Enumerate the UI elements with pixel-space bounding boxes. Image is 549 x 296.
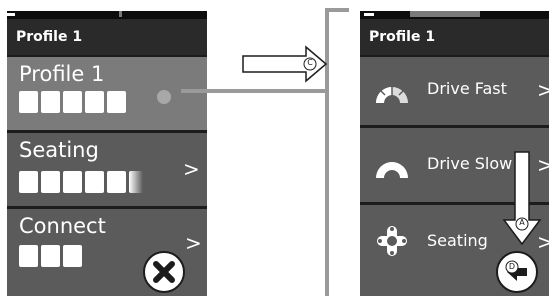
level-block <box>107 171 126 193</box>
menu-item-label: Drive Fast <box>427 79 507 98</box>
callout-arrow-a <box>502 151 542 246</box>
callout-dot <box>157 90 171 104</box>
menu-item-drive-fast[interactable]: Drive Fast > <box>360 57 549 125</box>
level-indicator <box>19 171 143 193</box>
level-block <box>41 91 60 113</box>
callout-arrow-c <box>242 45 328 83</box>
status-bar <box>360 11 549 19</box>
chevron-right-icon: > <box>537 78 549 102</box>
callout-line <box>181 89 328 93</box>
level-indicator <box>19 245 82 267</box>
menu-item-label: Connect <box>19 214 106 238</box>
close-button[interactable] <box>143 251 185 293</box>
drive-fast-gauge-icon <box>376 87 408 103</box>
menu-item-label: Profile 1 <box>19 62 105 86</box>
level-block <box>41 245 60 267</box>
callout-label-a: A <box>519 218 525 227</box>
level-block <box>63 91 82 113</box>
level-block <box>19 171 38 193</box>
menu-item-label: Seating <box>427 231 488 250</box>
level-block <box>19 91 38 113</box>
battery-icon <box>7 13 15 16</box>
level-block <box>63 171 82 193</box>
status-progress <box>410 11 480 17</box>
page-title: Profile 1 <box>360 19 549 55</box>
seating-joystick-icon <box>377 226 407 256</box>
chevron-right-icon: > <box>185 231 202 255</box>
level-block <box>129 171 143 193</box>
chevron-right-icon: > <box>183 157 200 181</box>
menu-item-label: Seating <box>19 138 99 162</box>
level-block <box>19 245 38 267</box>
level-indicator <box>19 91 126 113</box>
battery-icon <box>364 13 374 16</box>
status-bar <box>7 11 207 19</box>
page-title: Profile 1 <box>7 19 207 55</box>
menu-item-profile-1[interactable]: Profile 1 <box>7 57 207 130</box>
level-block <box>85 171 104 193</box>
menu-item-seating[interactable]: Seating > <box>7 133 207 206</box>
close-x-icon <box>153 261 175 283</box>
left-screen: Profile 1 Profile 1 Seating > Connect > <box>7 11 207 296</box>
level-block <box>85 91 104 113</box>
callout-label-c: C <box>307 58 313 67</box>
drive-slow-gauge-icon <box>376 162 408 178</box>
callout-label-d: D <box>508 262 516 271</box>
status-divider <box>119 11 122 17</box>
callout-bracket-top <box>325 8 349 12</box>
level-block <box>63 245 82 267</box>
level-block <box>107 91 126 113</box>
level-block <box>41 171 60 193</box>
